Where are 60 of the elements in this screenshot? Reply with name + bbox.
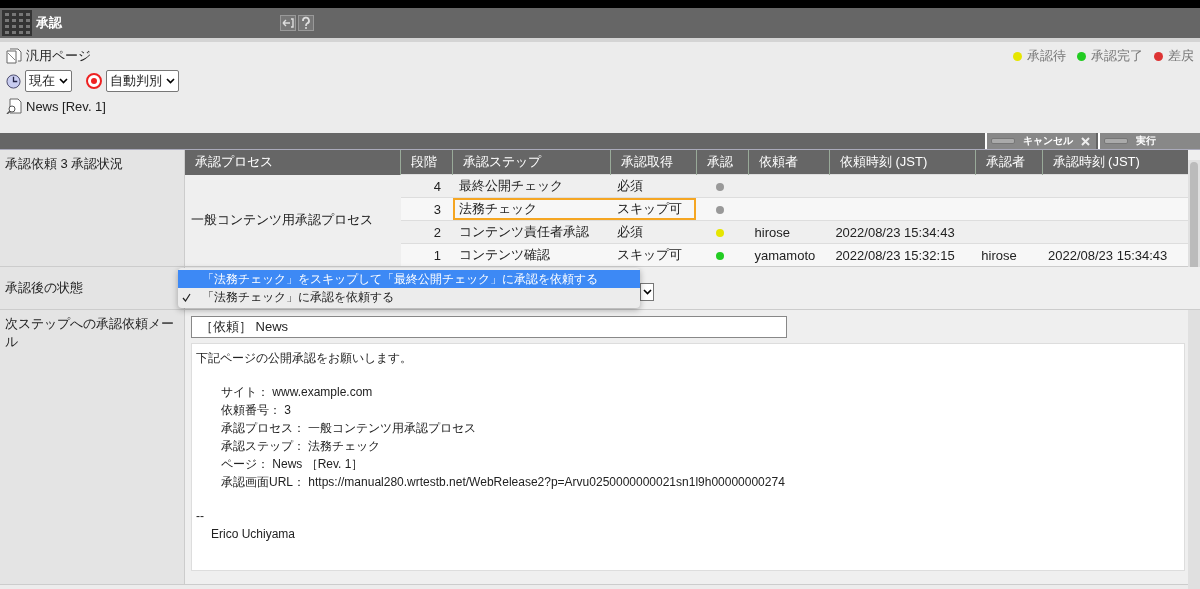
column-header: 承認時刻 (JST) <box>1042 150 1188 175</box>
close-icon <box>1081 136 1090 146</box>
dropdown[interactable]: 現在 <box>25 70 72 92</box>
field-label: 次ステップへの承認依頼メール <box>0 310 185 584</box>
page-icon <box>6 48 22 64</box>
legend-label: 承認待 <box>1027 47 1066 65</box>
dropdown[interactable]: 自動判別 <box>106 70 179 92</box>
mail-line: -- <box>196 508 205 525</box>
mail-line: 承認画面URL： https://manual280.wrtestb.net/WebRelease2?p=Arvu0250000000021sn1l9h00000000274 <box>220 474 786 491</box>
table-cell: 2022/08/23 15:32:15 <box>835 247 955 263</box>
mail-line: 承認プロセス： 一般コンテンツ用承認プロセス <box>220 420 478 437</box>
table-cell: スキップ可 <box>610 197 697 221</box>
mail-line: サイト： www.example.com <box>220 384 374 401</box>
table-cell: hirose <box>754 224 790 240</box>
page-name: News [Rev. 1] <box>26 98 106 114</box>
target-icon <box>86 73 102 89</box>
page-type-label: 汎用ページ <box>26 47 91 65</box>
column-header: 依頼時刻 (JST) <box>829 150 976 175</box>
column-header: 承認 <box>696 150 749 175</box>
field-label: 承認後の状態 <box>0 267 185 309</box>
help-icon[interactable] <box>298 15 314 31</box>
table-cell: コンテンツ確認 <box>452 243 611 266</box>
cancel-button[interactable]: キャンセル <box>985 133 1096 149</box>
table-cell: 3 <box>400 197 453 221</box>
mail-line: 承認ステップ： 法務チェック <box>220 438 382 455</box>
column-header: 承認ステップ <box>452 150 611 175</box>
subject-field[interactable]: ［依頼］ News <box>191 316 787 338</box>
mail-body-field[interactable] <box>191 343 1185 571</box>
legend-label: 承認完了 <box>1091 47 1143 65</box>
column-header: 依頼者 <box>748 150 830 175</box>
legend-label: 差戻 <box>1168 47 1194 65</box>
column-header: 承認プロセス <box>185 150 401 175</box>
mail-line: ページ： News ［Rev. 1］ <box>220 456 365 473</box>
scrollbar[interactable] <box>1188 160 1200 589</box>
table-cell: 1 <box>400 243 453 266</box>
column-header: 段階 <box>400 150 453 175</box>
run-button[interactable]: 実行 <box>1098 133 1200 149</box>
mail-line: 下記ページの公開承認をお願いします。 <box>196 350 413 367</box>
check-icon <box>182 292 191 302</box>
table-cell: 2022/08/23 15:34:43 <box>835 224 955 240</box>
clock-icon <box>6 73 21 89</box>
chevron-icon <box>166 78 175 84</box>
table-cell: hirose <box>981 247 1017 263</box>
column-header: 承認取得 <box>610 150 697 175</box>
chevron-icon <box>642 289 652 295</box>
table-cell: スキップ可 <box>610 243 697 266</box>
dropdown[interactable] <box>640 283 654 301</box>
table-cell: 法務チェック <box>452 197 611 221</box>
chevron-icon <box>59 78 68 84</box>
window-title: 承認 <box>36 14 63 32</box>
exit-icon[interactable] <box>280 15 296 31</box>
field-label: 承認依頼 3 承認状況 <box>0 150 185 266</box>
table-cell: 一般コンテンツ用承認プロセス <box>185 174 401 266</box>
page-search-icon <box>6 98 22 114</box>
mail-line: Erico Uchiyama <box>210 526 297 543</box>
table-cell: yamamoto <box>754 247 816 263</box>
column-header: 承認者 <box>975 150 1042 175</box>
app-grid-icon[interactable] <box>2 10 32 36</box>
mail-line: 依頼番号： 3 <box>220 402 292 419</box>
table-cell: 2022/08/23 15:34:43 <box>1048 247 1168 263</box>
